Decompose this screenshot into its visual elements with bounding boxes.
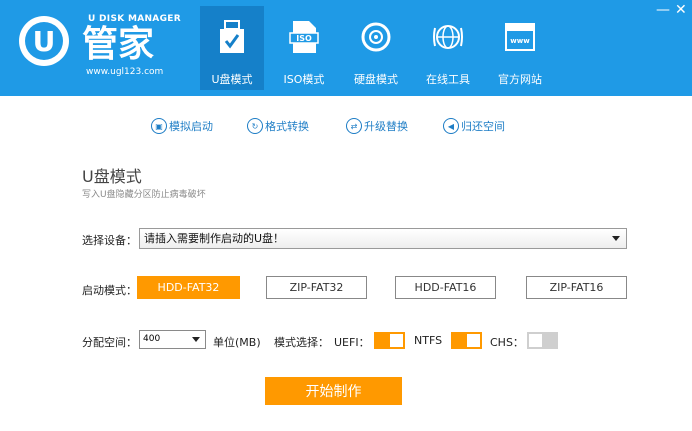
unit-label: 单位(MB) [213, 336, 261, 349]
toolbar-label: 模拟启动 [169, 120, 213, 133]
usb-drive-icon [220, 20, 244, 53]
format-hdd-fat32[interactable]: HDD-FAT32 [137, 276, 240, 299]
start-button[interactable]: 开始制作 [265, 377, 402, 405]
tab-disk-mode[interactable]: 硬盘模式 [344, 6, 408, 90]
chs-toggle[interactable] [527, 332, 558, 349]
app-window: U U DISK MANAGER 管家 www.ugl123.com U盘模式 … [0, 0, 692, 431]
toolbar-label: 升级替换 [364, 120, 408, 133]
section-subtitle: 写入U盘隐藏分区防止病毒破坏 [82, 190, 206, 200]
tab-iso-mode[interactable]: ISO ISO模式 [272, 6, 336, 90]
disc-icon [361, 22, 391, 52]
ntfs-toggle[interactable] [451, 332, 482, 349]
device-label: 选择设备： [82, 234, 137, 247]
website-icon: www [505, 23, 535, 51]
tab-usb-mode[interactable]: U盘模式 [200, 6, 264, 90]
monitor-icon: ▣ [151, 118, 167, 134]
space-label: 分配空间： [82, 336, 137, 349]
back-icon: ◀ [443, 118, 459, 134]
tab-label: 硬盘模式 [354, 73, 398, 86]
tab-label: U盘模式 [211, 73, 253, 86]
uefi-toggle[interactable] [374, 332, 405, 349]
logo-url: www.ugl123.com [86, 67, 164, 77]
minimize-button[interactable]: — [656, 2, 670, 18]
close-button[interactable]: ✕ [675, 2, 687, 18]
tab-label: ISO模式 [283, 73, 325, 86]
globe-icon [433, 25, 463, 49]
upgrade-replace-button[interactable]: ⇄ 升级替换 [346, 117, 408, 135]
format-zip-fat16[interactable]: ZIP-FAT16 [526, 276, 627, 299]
chs-label: CHS： [490, 336, 524, 349]
device-select[interactable]: 请插入需要制作启动的U盘！ [139, 228, 627, 249]
chevron-down-icon [192, 337, 200, 342]
logo-icon: U [19, 16, 69, 66]
refresh-icon: ↻ [247, 118, 263, 134]
simulate-boot-button[interactable]: ▣ 模拟启动 [151, 117, 213, 135]
mode-select-label: 模式选择： [274, 336, 329, 349]
device-value: 请插入需要制作启动的U盘！ [144, 232, 285, 245]
logo-title: 管家 [82, 23, 155, 65]
space-select[interactable]: 400 [139, 330, 206, 349]
ntfs-label: NTFS [414, 334, 443, 347]
restore-space-button[interactable]: ◀ 归还空间 [443, 117, 505, 135]
logo-letter: U [32, 24, 56, 58]
tab-online-tools[interactable]: 在线工具 [416, 6, 480, 90]
tab-label: 在线工具 [426, 73, 470, 86]
uefi-label: UEFI： [334, 336, 370, 349]
format-zip-fat32[interactable]: ZIP-FAT32 [266, 276, 367, 299]
header-bar: U U DISK MANAGER 管家 www.ugl123.com U盘模式 … [0, 0, 692, 96]
format-convert-button[interactable]: ↻ 格式转换 [247, 117, 309, 135]
chevron-down-icon [612, 236, 620, 241]
section-title: U盘模式 [82, 167, 142, 186]
iso-file-icon: ISO [289, 21, 319, 53]
tab-official-site[interactable]: www 官方网站 [488, 6, 552, 90]
boot-mode-label: 启动模式： [82, 284, 137, 297]
swap-icon: ⇄ [346, 118, 362, 134]
space-value: 400 [143, 334, 161, 344]
tab-label: 官方网站 [498, 73, 542, 86]
toolbar-label: 格式转换 [265, 120, 309, 133]
svg-text:ISO: ISO [296, 34, 312, 43]
toolbar-label: 归还空间 [461, 120, 505, 133]
format-hdd-fat16[interactable]: HDD-FAT16 [395, 276, 496, 299]
svg-text:www: www [510, 37, 530, 45]
